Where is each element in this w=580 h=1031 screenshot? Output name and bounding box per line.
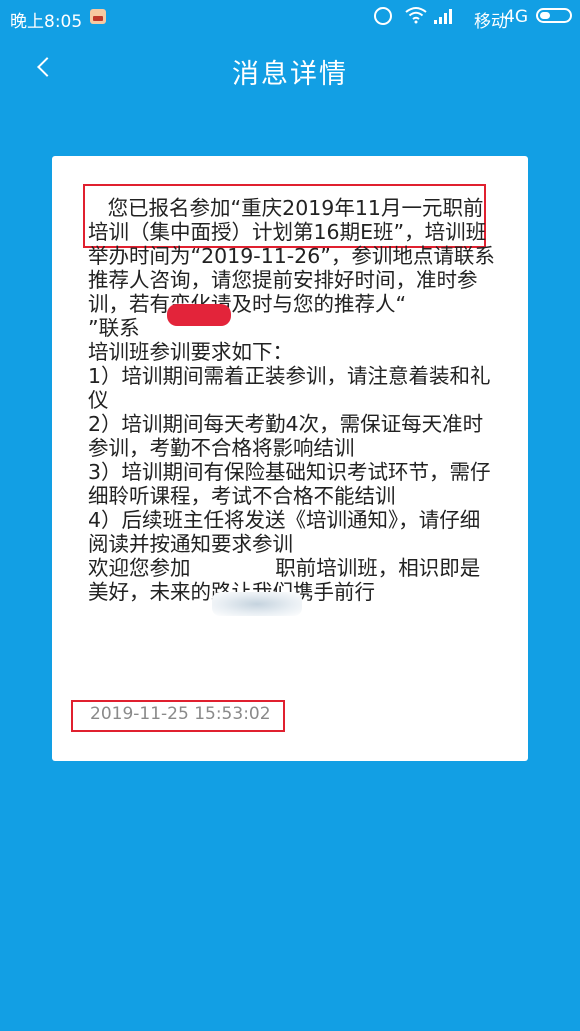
highlight-box	[71, 700, 285, 732]
status-time: 晚上8:05	[10, 12, 83, 32]
page-title: 消息详情	[232, 59, 348, 90]
redaction-mark	[167, 304, 231, 326]
status-bar: 晚上8:05 移动 4G	[0, 0, 580, 34]
carrier-name: 移动	[474, 12, 508, 32]
blurred-text	[212, 592, 302, 616]
message-card: 您已报名参加“重庆2019年11月一元职前培训（集中面授）计划第16期E班”，培…	[52, 156, 528, 761]
title-bar: 消息详情	[0, 34, 580, 104]
app-notification-icon	[90, 9, 106, 24]
message-body: 您已报名参加“重庆2019年11月一元职前培训（集中面授）计划第16期E班”，培…	[88, 196, 495, 604]
wifi-icon	[405, 7, 427, 24]
signal-icon	[434, 9, 452, 24]
alarm-icon	[374, 7, 392, 25]
battery-icon	[536, 8, 572, 23]
status-indicators: 移动 4G	[372, 5, 572, 32]
network-type: 4G	[504, 7, 528, 27]
